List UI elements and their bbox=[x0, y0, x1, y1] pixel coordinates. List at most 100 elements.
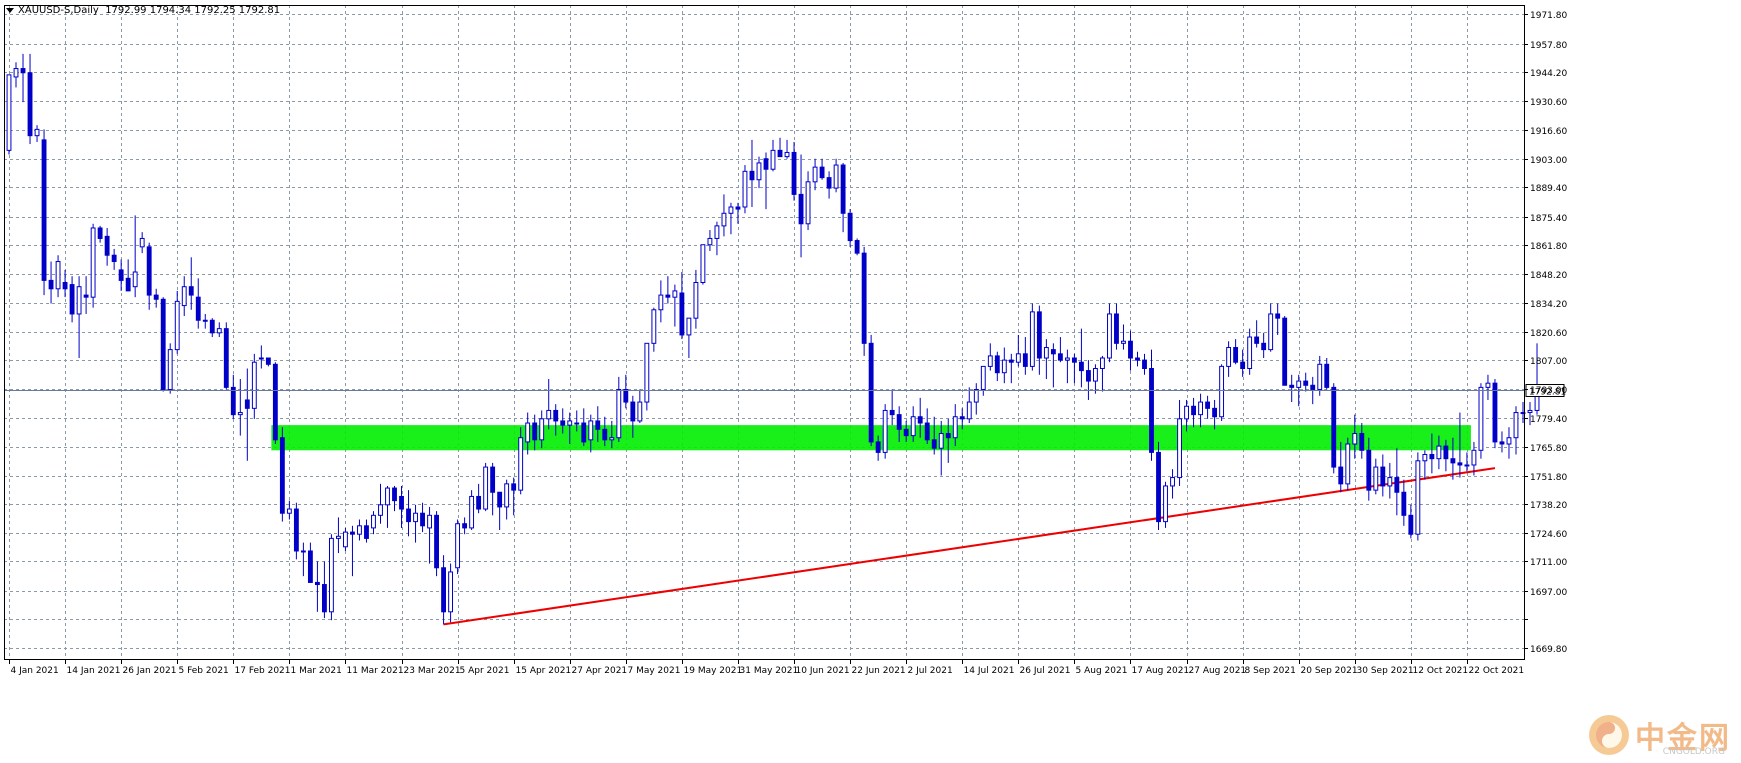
candle-body-bear bbox=[798, 193, 804, 225]
candle-body-bear bbox=[1408, 514, 1414, 535]
y-tick-label: 1807.00 bbox=[1530, 357, 1567, 367]
candle-body-bull bbox=[90, 227, 96, 298]
candle-body-bull bbox=[707, 237, 713, 246]
y-tick-label: 1944.20 bbox=[1530, 69, 1567, 79]
candle-body-bear bbox=[994, 355, 1000, 374]
candle-body-bear bbox=[1359, 433, 1365, 451]
candle-body-bull bbox=[427, 514, 432, 529]
candle-body-bear bbox=[364, 525, 369, 539]
x-tick-label: 14 Jul 2021 bbox=[964, 666, 1015, 676]
y-tick-label: 1930.60 bbox=[1530, 98, 1567, 108]
candle-body-bear bbox=[314, 581, 320, 586]
candle-body-bear bbox=[903, 428, 909, 437]
candle-body-bear bbox=[847, 212, 853, 242]
dropdown-triangle-icon[interactable] bbox=[6, 7, 14, 13]
chart-canvas[interactable]: 1792.81 1971.801957.801944.201930.601916… bbox=[0, 0, 1741, 763]
candle bbox=[41, 129, 47, 296]
candle-body-bear bbox=[1457, 462, 1463, 466]
candle-body-bull bbox=[1121, 340, 1126, 344]
y-tick-label: 1669.80 bbox=[1530, 645, 1567, 655]
y-tick-label: 1889.40 bbox=[1530, 184, 1567, 194]
candle-body-bear bbox=[1338, 466, 1344, 485]
y-tick-label: 1875.40 bbox=[1530, 214, 1567, 224]
candle-body-bear bbox=[97, 227, 103, 239]
candle-body-bear bbox=[434, 514, 439, 569]
candle-body-bear bbox=[819, 166, 825, 179]
candle-body-bull bbox=[910, 416, 916, 437]
candle-body-bear bbox=[931, 439, 937, 449]
candle bbox=[1156, 441, 1161, 531]
candle-body-bear bbox=[1233, 347, 1239, 363]
candle-body-bear bbox=[209, 319, 215, 334]
y-tick-label: 1779.40 bbox=[1530, 415, 1567, 425]
candle-body-bull bbox=[973, 388, 979, 403]
candle-body-bear bbox=[441, 567, 447, 613]
candle bbox=[328, 534, 334, 621]
y-tick-label: 1971.80 bbox=[1530, 11, 1567, 21]
candle bbox=[293, 502, 299, 560]
candle-body-bear bbox=[399, 495, 404, 510]
candle-body-bear bbox=[104, 235, 110, 256]
x-tick-label: 4 Jan 2021 bbox=[11, 666, 59, 676]
x-tick-label: 12 Oct 2021 bbox=[1413, 666, 1469, 676]
candle-body-bear bbox=[83, 294, 89, 298]
candle-body-bull bbox=[181, 286, 187, 307]
y-tick-label: 1957.80 bbox=[1530, 41, 1567, 51]
candle-body-bull bbox=[784, 151, 790, 158]
y-tick-label: 1711.00 bbox=[1530, 558, 1567, 568]
candle-body-bull bbox=[1422, 453, 1428, 462]
candle-body-bull bbox=[34, 128, 40, 137]
candle-body-bull bbox=[1219, 365, 1225, 418]
x-tick-label: 7 May 2021 bbox=[628, 666, 681, 676]
candle-body-bear bbox=[1366, 449, 1372, 491]
candle-body-bull bbox=[1373, 466, 1379, 491]
candle-body-bear bbox=[1499, 441, 1505, 445]
candle-body-bear bbox=[195, 296, 201, 321]
candle-body-bull bbox=[455, 523, 461, 569]
candle-body-bear bbox=[41, 139, 47, 281]
candle-body-bull bbox=[504, 483, 510, 508]
candle-body-bear bbox=[1324, 363, 1330, 388]
candle-body-bull bbox=[13, 68, 19, 78]
candle-body-bear bbox=[665, 294, 671, 298]
candle-body-bear bbox=[896, 414, 902, 430]
candle-body-bull bbox=[1464, 464, 1470, 467]
candle-body-bull bbox=[1064, 357, 1070, 361]
candle-body-bull bbox=[966, 401, 972, 420]
candle-body-bear bbox=[1071, 357, 1077, 363]
x-tick-label: 1 Mar 2021 bbox=[291, 666, 342, 676]
x-tick-label: 22 Oct 2021 bbox=[1469, 666, 1525, 676]
candle-body-bull bbox=[1415, 460, 1421, 535]
x-tick-label: 5 Apr 2021 bbox=[460, 666, 510, 676]
candle-body-bear bbox=[623, 388, 629, 403]
candle-body-bull bbox=[1184, 405, 1189, 420]
x-tick-label: 30 Sep 2021 bbox=[1357, 666, 1414, 676]
candle bbox=[854, 238, 860, 256]
candle-body-bear bbox=[679, 292, 685, 336]
candle-body-bull bbox=[336, 535, 341, 539]
candle-body-bear bbox=[791, 151, 797, 195]
y-tick-label: 1903.00 bbox=[1530, 156, 1567, 166]
candle-body-bear bbox=[62, 281, 68, 290]
candle-body-bull bbox=[616, 388, 622, 439]
candle-body-bear bbox=[125, 277, 131, 292]
candle bbox=[483, 462, 489, 512]
candle-body-bear bbox=[1394, 477, 1400, 493]
candle-body-bull bbox=[202, 319, 208, 322]
y-tick-label: 1738.20 bbox=[1530, 501, 1567, 511]
candle-body-bear bbox=[595, 420, 601, 430]
candle bbox=[434, 511, 439, 577]
candle-body-bull bbox=[721, 212, 727, 227]
candle-body-bull bbox=[980, 365, 986, 390]
candle-body-bear bbox=[265, 357, 271, 365]
candle-body-bull bbox=[1247, 336, 1253, 369]
candle-body-bear bbox=[560, 420, 566, 426]
y-tick-label: 1697.00 bbox=[1530, 588, 1567, 598]
candle-body-bear bbox=[840, 164, 846, 214]
candle-body-bear bbox=[244, 399, 250, 409]
candle-body-bull bbox=[651, 309, 657, 344]
candle-body-bear bbox=[1303, 380, 1309, 386]
candle bbox=[1345, 437, 1351, 491]
candle-body-bear bbox=[1114, 313, 1119, 344]
candle-body-bull bbox=[1471, 449, 1477, 466]
